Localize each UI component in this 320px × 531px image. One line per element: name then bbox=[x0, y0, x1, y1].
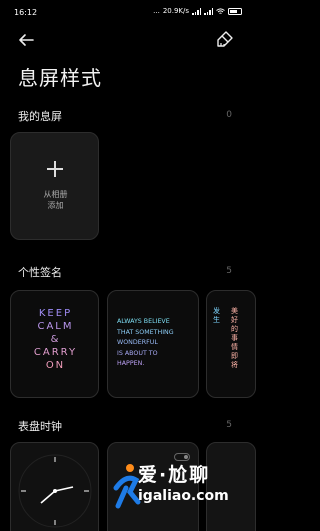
watermark-name: 爱·尬聊 bbox=[138, 464, 211, 486]
status-time: 16:12 bbox=[14, 8, 38, 17]
signature-text: KEEP CALM & CARRY ON bbox=[11, 307, 98, 372]
section-title-clocks: 表盘时钟 bbox=[18, 420, 62, 433]
section-title-signatures: 个性签名 bbox=[18, 266, 62, 279]
section-title-my-screens: 我的息屏 bbox=[18, 110, 62, 123]
brush-icon[interactable] bbox=[216, 30, 234, 48]
wifi-icon bbox=[216, 7, 225, 14]
plus-icon bbox=[47, 161, 63, 177]
network-speed: 20.9K/s bbox=[162, 7, 189, 15]
page-title: 息屏样式 bbox=[18, 66, 102, 90]
battery-icon bbox=[228, 7, 242, 15]
watermark: 爱·尬聊 igaliao.com bbox=[112, 458, 242, 526]
status-dots: ... bbox=[153, 7, 160, 15]
signal-icon bbox=[192, 7, 201, 15]
clock-card[interactable] bbox=[10, 442, 99, 531]
analog-clock-icon bbox=[18, 454, 92, 528]
section-count-signatures: 5 bbox=[226, 266, 232, 276]
back-arrow-icon[interactable] bbox=[18, 32, 34, 48]
signature-text-col2: 美好的事情即将 bbox=[231, 307, 238, 369]
add-from-album-label: 从相册 添加 bbox=[43, 190, 68, 210]
status-icons: ... 20.9K/s bbox=[153, 7, 242, 15]
signature-text-col1: 发生 bbox=[213, 307, 220, 324]
signature-card[interactable]: ALWAYS BELIEVE THAT SOMETHING WONDERFUL … bbox=[107, 290, 199, 398]
add-from-album-button[interactable]: 从相册 添加 bbox=[10, 132, 99, 240]
signature-card[interactable]: KEEP CALM & CARRY ON bbox=[10, 290, 99, 398]
status-bar: 16:12 ... 20.9K/s bbox=[0, 0, 250, 24]
signature-text: ALWAYS BELIEVE THAT SOMETHING WONDERFUL … bbox=[117, 317, 197, 370]
signature-card[interactable]: 发生 美好的事情即将 bbox=[206, 290, 256, 398]
signal-icon-2 bbox=[204, 7, 213, 15]
section-count-clocks: 5 bbox=[226, 420, 232, 430]
section-count-my-screens: 0 bbox=[226, 110, 232, 120]
watermark-url: igaliao.com bbox=[138, 488, 229, 504]
